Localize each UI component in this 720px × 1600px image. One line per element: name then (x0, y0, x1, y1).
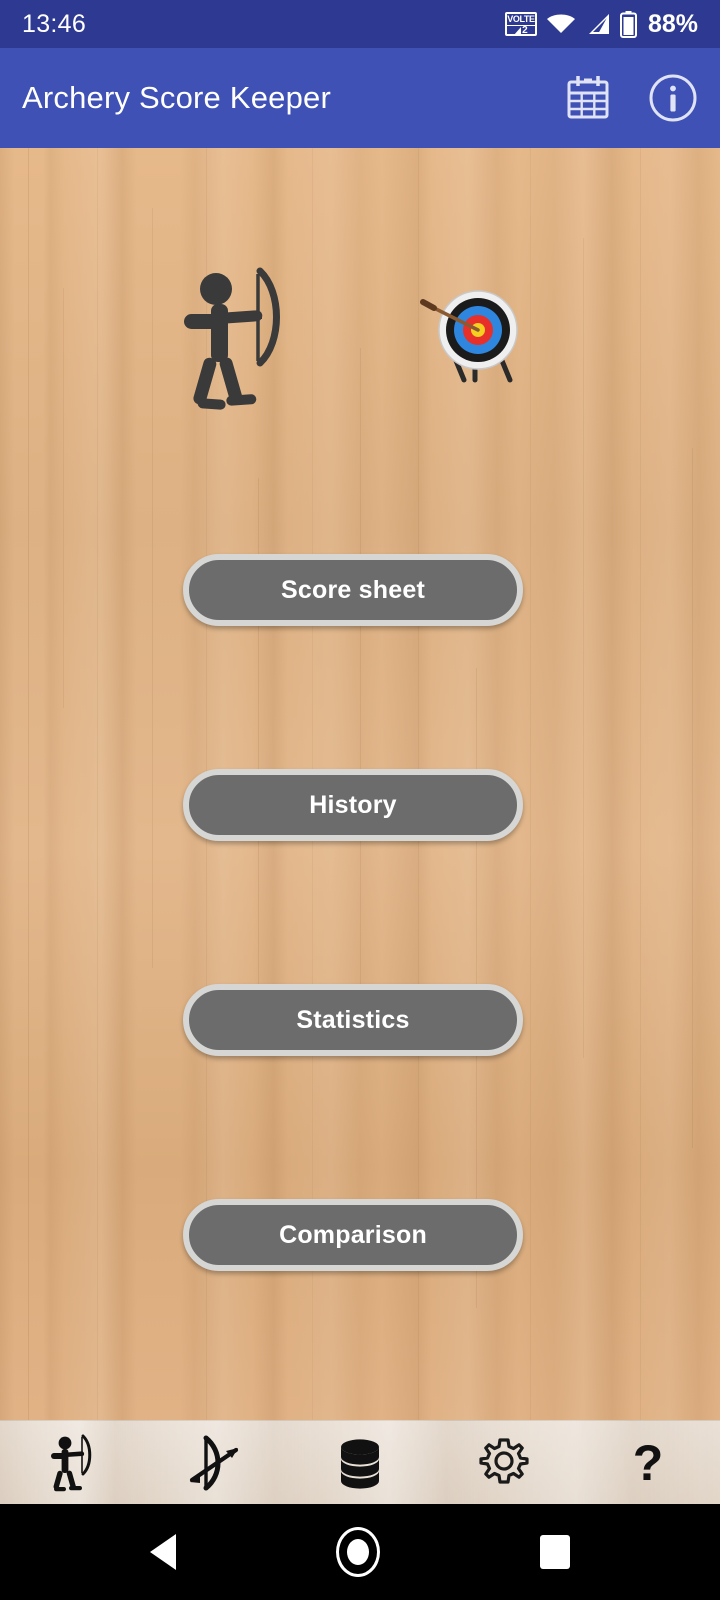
history-button[interactable]: History (183, 769, 523, 841)
back-triangle-icon (150, 1534, 176, 1570)
calendar-icon[interactable] (566, 75, 610, 121)
home-dot (347, 1539, 369, 1565)
toolbar-archer-button[interactable] (0, 1421, 144, 1504)
bottom-toolbar: ? (0, 1420, 720, 1504)
main-menu: Score sheet History Statistics Compariso… (183, 554, 523, 1271)
home-circle-icon (336, 1527, 380, 1577)
app-bar: Archery Score Keeper (0, 48, 720, 148)
toolbar-bow-arrow-icon (189, 1435, 239, 1490)
toolbar-database-icon (341, 1438, 379, 1489)
battery-icon (619, 10, 637, 38)
sim-slot-number: 2 (522, 25, 528, 36)
status-bar-icons: VOLTE 2 88% (504, 9, 698, 39)
nav-back-button[interactable] (150, 1534, 176, 1570)
app-title: Archery Score Keeper (22, 80, 331, 115)
app-bar-actions (566, 73, 698, 123)
nav-recents-button[interactable] (540, 1535, 570, 1569)
android-navigation-bar (0, 1504, 720, 1600)
archery-target-icon (420, 290, 518, 383)
nav-home-button[interactable] (336, 1527, 380, 1577)
status-bar-clock: 13:46 (22, 9, 87, 38)
statistics-button[interactable]: Statistics (183, 984, 523, 1056)
volte-label: VOLTE (507, 14, 535, 24)
recents-square-icon (540, 1535, 570, 1569)
comparison-button[interactable]: Comparison (183, 1199, 523, 1271)
archer-figure-icon (184, 267, 280, 410)
toolbar-database-button[interactable] (288, 1421, 432, 1504)
volte-icon: VOLTE 2 (504, 12, 537, 36)
main-content: Score sheet History Statistics Compariso… (0, 148, 720, 1420)
volte-signal-bars (514, 27, 522, 34)
toolbar-archer-icon (51, 1434, 92, 1491)
score-sheet-button[interactable]: Score sheet (183, 554, 523, 626)
wifi-icon (546, 14, 575, 33)
phone-screen: 13:46 VOLTE 2 88% Archery Score Keeper S… (0, 0, 720, 1600)
info-icon[interactable] (648, 73, 698, 123)
battery-percentage: 88% (647, 9, 698, 38)
toolbar-gear-icon (479, 1437, 529, 1484)
toolbar-help-icon: ? (632, 1434, 664, 1491)
status-bar: 13:46 VOLTE 2 88% (0, 0, 720, 48)
toolbar-settings-button[interactable] (432, 1421, 576, 1504)
signal-icon (588, 14, 609, 34)
toolbar-bow-arrow-button[interactable] (144, 1421, 288, 1504)
toolbar-help-button[interactable]: ? (576, 1421, 720, 1504)
volte-signal: 2 (506, 25, 535, 36)
hero-illustration (0, 266, 720, 426)
